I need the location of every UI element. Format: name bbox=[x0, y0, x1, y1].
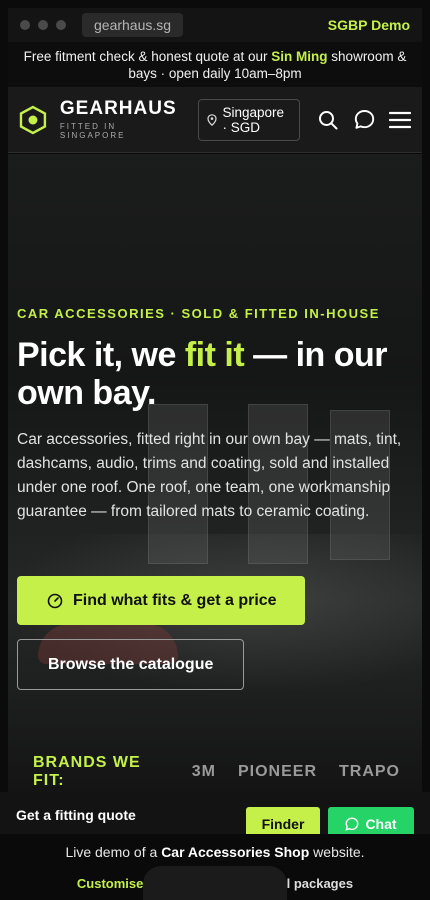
site-header: GEARHAUS FITTED IN SINGAPORE Singapore ·… bbox=[8, 87, 422, 153]
find-fit-label: Find what fits & get a price bbox=[73, 591, 277, 609]
hero-description: Car accessories, fitted right in our own… bbox=[17, 431, 402, 520]
brand-item[interactable]: 3M bbox=[192, 763, 216, 781]
logo[interactable]: GEARHAUS FITTED IN SINGAPORE bbox=[59, 98, 186, 141]
finder-button[interactable]: Finder bbox=[246, 807, 320, 837]
announcement-location[interactable]: Sin Ming bbox=[271, 49, 327, 64]
browse-catalogue-button[interactable]: Browse the catalogue bbox=[17, 639, 244, 690]
brand-name: GEARHAUS bbox=[59, 98, 177, 119]
announcement-text: Free fitment check & honest quote at our bbox=[23, 49, 272, 64]
brands-label: BRANDS WE FIT: bbox=[33, 754, 141, 789]
hero-section: CAR ACCESSORIES · SOLD & FITTED IN-HOUSE… bbox=[8, 154, 422, 792]
hero-eyebrow: CAR ACCESSORIES · SOLD & FITTED IN-HOUSE bbox=[17, 306, 380, 321]
gauge-icon bbox=[47, 593, 63, 608]
brand-tagline: FITTED IN SINGAPORE bbox=[59, 122, 126, 140]
browse-catalogue-label: Browse the catalogue bbox=[48, 655, 214, 673]
announcement-bar: Free fitment check & honest quote at our… bbox=[8, 42, 422, 87]
chat-button[interactable]: Chat bbox=[328, 807, 414, 837]
demo-site-type: Car Accessories Shop bbox=[161, 844, 310, 860]
demo-text: website. bbox=[309, 844, 365, 860]
find-fit-button[interactable]: Find what fits & get a price bbox=[17, 576, 305, 625]
quote-title: Get a fitting quote bbox=[16, 807, 136, 823]
hexagon-logo-icon[interactable] bbox=[18, 105, 48, 135]
location-pin-icon bbox=[206, 113, 217, 126]
menu-icon[interactable] bbox=[388, 108, 412, 132]
hero-headline: Pick it, we fit it — in our own bay. bbox=[17, 336, 417, 412]
demo-label: SGBP Demo bbox=[327, 17, 410, 33]
window-dot-icon[interactable] bbox=[20, 20, 30, 30]
chat-icon[interactable] bbox=[352, 108, 376, 132]
region-selector[interactable]: Singapore · SGD bbox=[197, 98, 301, 141]
chat-label: Chat bbox=[365, 816, 397, 832]
window-dot-icon[interactable] bbox=[38, 20, 48, 30]
brand-item[interactable]: PIONEER bbox=[238, 763, 317, 781]
demo-notice: Live demo of a Car Accessories Shop webs… bbox=[0, 844, 430, 860]
quote-bar: Get a fitting quote Finder Chat bbox=[0, 792, 430, 837]
window-dot-icon[interactable] bbox=[56, 20, 66, 30]
whatsapp-icon bbox=[345, 817, 359, 831]
bottom-nav-handle[interactable] bbox=[143, 866, 287, 900]
demo-text: Live demo of a bbox=[65, 844, 162, 860]
headline-text: Pick it, we bbox=[17, 336, 185, 374]
brands-strip: BRANDS WE FIT: 3M PIONEER TRAPO bbox=[8, 754, 422, 790]
url-field[interactable]: gearhaus.sg bbox=[82, 13, 184, 37]
region-label: Singapore · SGD bbox=[222, 104, 285, 135]
headline-highlight: fit it bbox=[184, 336, 245, 374]
search-icon[interactable] bbox=[316, 108, 340, 132]
brand-item[interactable]: TRAPO bbox=[339, 763, 400, 781]
browser-bar: gearhaus.sg SGBP Demo bbox=[8, 8, 422, 42]
